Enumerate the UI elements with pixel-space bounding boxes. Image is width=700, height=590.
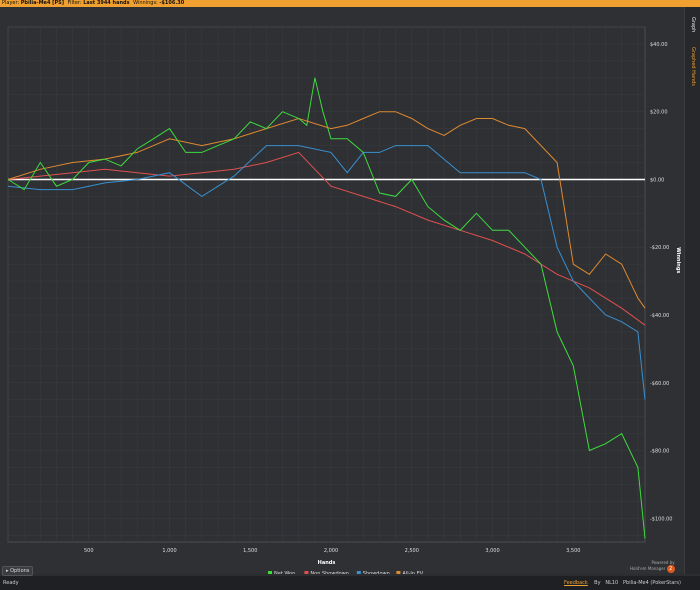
legend-swatch bbox=[356, 571, 361, 574]
y-tick-label: $0.00 bbox=[650, 177, 664, 183]
y-tick-label: -$20.00 bbox=[650, 245, 669, 251]
y-tick-label: -$60.00 bbox=[650, 381, 669, 387]
player-name[interactable]: Pbilia-Me4 [PS] bbox=[21, 0, 64, 6]
feedback-link[interactable]: Feedback bbox=[564, 580, 588, 586]
y-tick-label: -$40.00 bbox=[650, 313, 669, 319]
tab-graphed-hands[interactable]: Graphed Hands bbox=[690, 47, 696, 86]
x-axis-label: Hands bbox=[318, 560, 336, 566]
tab-graph[interactable]: Graph bbox=[690, 17, 696, 32]
winnings-chart: 500 1,000 1,500 2,000 2,500 3,000 3,500 $40.00 $… bbox=[7, 26, 681, 574]
legend-label: All-In EV bbox=[402, 571, 423, 574]
legend-swatch bbox=[304, 571, 309, 574]
legend-label: Showdown bbox=[363, 571, 390, 574]
status-right: Feedback By NL10 Pbilia-Me4 (PokerStars) bbox=[564, 576, 681, 590]
winnings-value: -$106.30 bbox=[159, 0, 185, 6]
options-label: Options bbox=[10, 568, 30, 574]
x-tick-label: 1,000 bbox=[162, 548, 176, 554]
y-axis-label: Winnings bbox=[675, 247, 681, 273]
filter-label: Filter: bbox=[67, 0, 82, 6]
x-tick-label: 3,500 bbox=[566, 548, 580, 554]
status-bar: Ready Feedback By NL10 Pbilia-Me4 (Poker… bbox=[0, 576, 700, 590]
x-tick-label: 500 bbox=[84, 548, 94, 554]
status-text: Ready bbox=[3, 580, 19, 586]
winnings-label: Winnings: bbox=[133, 0, 158, 6]
title-bar: Player: Pbilia-Me4 [PS] Filter: Last 394… bbox=[0, 0, 700, 7]
filter-value[interactable]: Last 3944 hands bbox=[83, 0, 129, 6]
y-tick-label: -$80.00 bbox=[650, 449, 669, 455]
legend-swatch bbox=[268, 571, 272, 574]
x-tick-label: 2,000 bbox=[324, 548, 338, 554]
x-tick-label: 1,500 bbox=[243, 548, 257, 554]
hm-logo-icon: 2 bbox=[666, 565, 675, 573]
right-tab-strip: Graph Graphed Hands bbox=[684, 7, 700, 574]
y-tick-label: -$100.00 bbox=[650, 516, 672, 522]
x-tick-label: 3,000 bbox=[485, 548, 499, 554]
player-label: Player: bbox=[2, 0, 20, 6]
legend-swatch bbox=[396, 571, 401, 574]
plot-area bbox=[7, 26, 646, 543]
graph-panel: 500 1,000 1,500 2,000 2,500 3,000 3,500 $40.00 $… bbox=[0, 7, 684, 574]
legend-label: Non Showdown bbox=[310, 571, 349, 574]
options-button[interactable]: ▸ Options bbox=[2, 566, 34, 576]
x-tick-label: 2,500 bbox=[405, 548, 419, 554]
legend-label: Net Won bbox=[274, 571, 295, 574]
player-status[interactable]: Pbilia-Me4 (PokerStars) bbox=[623, 580, 681, 586]
by-label: By bbox=[594, 580, 601, 586]
limit-label[interactable]: NL10 bbox=[605, 580, 618, 586]
powered-by-line2: Hold'em Manager bbox=[630, 566, 666, 571]
y-tick-label: $20.00 bbox=[650, 110, 668, 116]
y-tick-label: $40.00 bbox=[650, 42, 668, 48]
powered-by: Powered by Hold'em Manager 2 bbox=[630, 560, 675, 573]
